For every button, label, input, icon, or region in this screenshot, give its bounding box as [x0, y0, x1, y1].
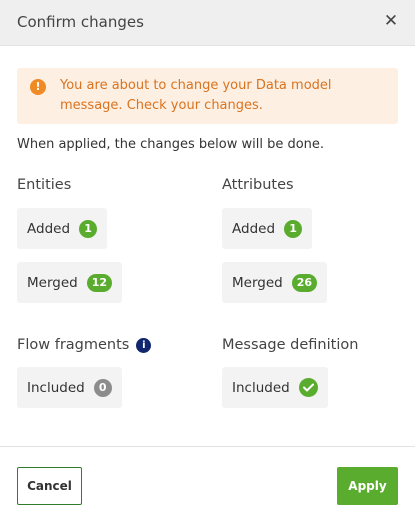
entities-added-count: 1 [79, 219, 98, 238]
attributes-merged-label: Merged [232, 274, 283, 291]
cancel-button[interactable]: Cancel [17, 467, 82, 505]
confirm-changes-dialog: Confirm changes ✕ ! You are about to cha… [0, 0, 415, 522]
flow-fragments-included-pill: Included 0 [17, 367, 122, 408]
entities-added-pill: Added 1 [17, 208, 108, 249]
entities-merged-label: Merged [27, 274, 78, 291]
apply-button[interactable]: Apply [337, 467, 398, 505]
attributes-merged-pill: Merged 26 [222, 262, 328, 303]
warning-banner: ! You are about to change your Data mode… [17, 68, 398, 124]
close-icon[interactable]: ✕ [383, 11, 399, 31]
flow-fragments-included-count: 0 [93, 378, 112, 397]
attributes-merged-count: 26 [291, 273, 318, 292]
checkmark-icon [298, 378, 318, 397]
entities-added-label: Added [27, 220, 71, 237]
footer-divider [0, 446, 415, 447]
dialog-header: Confirm changes ✕ [0, 0, 415, 46]
exclamation-icon: ! [30, 79, 46, 95]
flow-fragments-title-text: Flow fragments [17, 337, 130, 353]
message-definition-included-pill: Included [222, 367, 328, 408]
flow-fragments-included-label: Included [27, 379, 85, 396]
attributes-added-pill: Added 1 [222, 208, 313, 249]
entities-merged-pill: Merged 12 [17, 262, 123, 303]
intro-text: When applied, the changes below will be … [17, 137, 325, 152]
attributes-added-label: Added [232, 220, 276, 237]
entities-title: Entities [17, 177, 72, 193]
message-definition-title: Message definition [222, 337, 359, 353]
attributes-title: Attributes [222, 177, 294, 193]
attributes-added-count: 1 [284, 219, 303, 238]
message-definition-included-label: Included [232, 379, 290, 396]
entities-merged-count: 12 [86, 273, 113, 292]
dialog-title: Confirm changes [17, 13, 144, 31]
flow-fragments-title: Flow fragments i [17, 337, 152, 353]
warning-text: You are about to change your Data model … [60, 78, 332, 113]
info-icon[interactable]: i [136, 338, 152, 353]
